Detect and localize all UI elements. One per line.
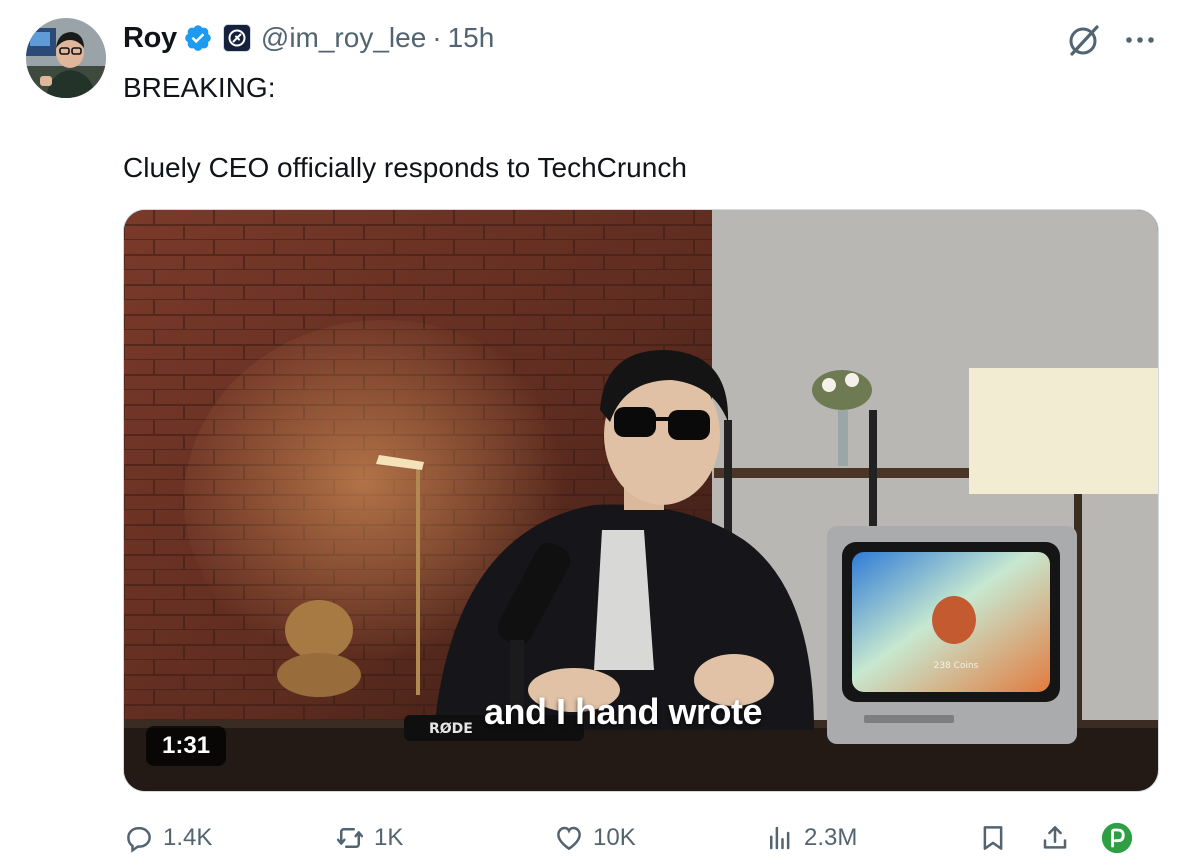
verified-badge-icon[interactable] — [183, 23, 213, 53]
reply-count: 1.4K — [163, 824, 213, 851]
more-icon[interactable] — [1120, 22, 1160, 58]
heart-icon — [553, 822, 585, 854]
share-button[interactable] — [1039, 818, 1071, 858]
views-count: 2.3M — [804, 824, 858, 851]
mic-brand-label: RØDE — [429, 721, 473, 737]
tweet-line-1: BREAKING: — [123, 72, 276, 103]
views-button[interactable]: 2.3M — [764, 818, 857, 858]
author-avatar[interactable] — [26, 18, 106, 98]
avatar-image — [26, 18, 106, 98]
extension-button[interactable] — [1101, 818, 1133, 858]
bookmark-icon — [977, 822, 1009, 854]
like-count: 10K — [593, 824, 636, 851]
grok-icon[interactable] — [1064, 22, 1104, 58]
like-button[interactable]: 10K — [553, 818, 636, 858]
timestamp[interactable]: 15h — [448, 22, 495, 54]
views-icon — [764, 822, 796, 854]
tweet-text: BREAKING: Cluely CEO officially responds… — [123, 68, 1133, 188]
author-name[interactable]: Roy — [123, 22, 177, 55]
video-duration-badge: 1:31 — [146, 726, 227, 766]
tweet-header: Roy @im_roy_lee · 15h — [123, 18, 494, 58]
repost-button[interactable]: 1K — [334, 818, 403, 858]
share-icon — [1039, 822, 1071, 854]
extension-icon — [1101, 822, 1133, 854]
video-player[interactable]: RØDE 238 Coins and I hand wrote 1:31 — [123, 209, 1159, 792]
reply-button[interactable]: 1.4K — [123, 818, 212, 858]
repost-icon — [334, 822, 366, 854]
affiliate-badge-icon[interactable] — [222, 24, 251, 52]
tweet-line-2: Cluely CEO officially responds to TechCr… — [123, 152, 687, 183]
bookmark-button[interactable] — [977, 818, 1009, 858]
reply-icon — [123, 822, 155, 854]
separator-dot: · — [432, 22, 442, 53]
repost-count: 1K — [374, 824, 404, 851]
tv-text: 238 Coins — [934, 661, 979, 671]
author-handle[interactable]: @im_roy_lee — [261, 22, 426, 54]
video-caption: and I hand wrote — [484, 691, 763, 732]
